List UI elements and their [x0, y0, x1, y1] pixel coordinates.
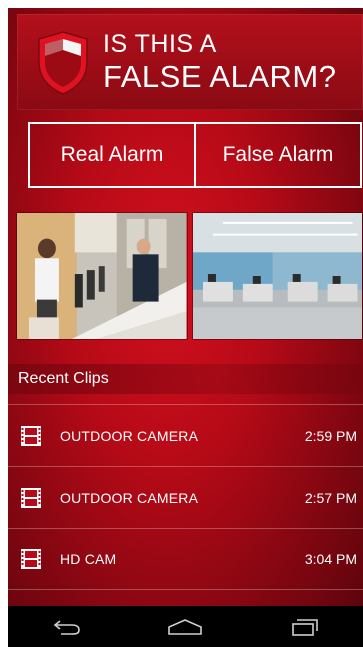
clip-row[interactable]: HD CAM 3:04 PM [8, 528, 363, 590]
camera-feed-office[interactable] [191, 212, 363, 340]
header-title: IS THIS A FALSE ALARM? [103, 30, 337, 94]
recent-clips-header: Recent Clips [8, 364, 363, 394]
clip-name: OUTDOOR CAMERA [60, 489, 199, 506]
alarm-action-row: Real Alarm False Alarm [28, 122, 362, 188]
false-alarm-button[interactable]: False Alarm [195, 122, 362, 188]
title-line-1: IS THIS A [103, 30, 217, 58]
title-line-2: FALSE ALARM? [103, 59, 337, 94]
clip-row[interactable]: OUTDOOR CAMERA 2:59 PM [8, 404, 363, 466]
real-alarm-button[interactable]: Real Alarm [28, 122, 195, 188]
back-button[interactable] [37, 612, 97, 642]
app-screen: IS THIS A FALSE ALARM? Real Alarm False … [8, 8, 363, 647]
system-nav-bar [8, 606, 363, 647]
camera-feed-lobby[interactable] [16, 212, 188, 340]
camera-thumbnails [16, 212, 363, 340]
clip-name: OUTDOOR CAMERA [60, 427, 199, 444]
film-icon [21, 425, 41, 446]
clip-time: 2:57 PM [304, 489, 357, 506]
home-icon [168, 618, 203, 635]
clip-name: HD CAM [60, 551, 117, 567]
shield-icon [38, 31, 88, 95]
clip-time: 2:59 PM [304, 427, 357, 444]
film-icon [21, 487, 41, 508]
clip-row[interactable]: OUTDOOR CAMERA 2:57 PM [8, 466, 363, 528]
home-button[interactable] [155, 612, 215, 642]
clip-time: 3:04 PM [304, 551, 357, 567]
recent-clips-list: OUTDOOR CAMERA 2:59 PM OUTDOOR CAMERA 2:… [8, 404, 363, 590]
back-icon [53, 619, 80, 635]
recent-clips-title: Recent Clips [18, 370, 109, 387]
app-header: IS THIS A FALSE ALARM? [17, 14, 363, 110]
recents-button[interactable] [274, 612, 334, 642]
film-icon [21, 549, 41, 569]
recents-icon [292, 618, 318, 636]
